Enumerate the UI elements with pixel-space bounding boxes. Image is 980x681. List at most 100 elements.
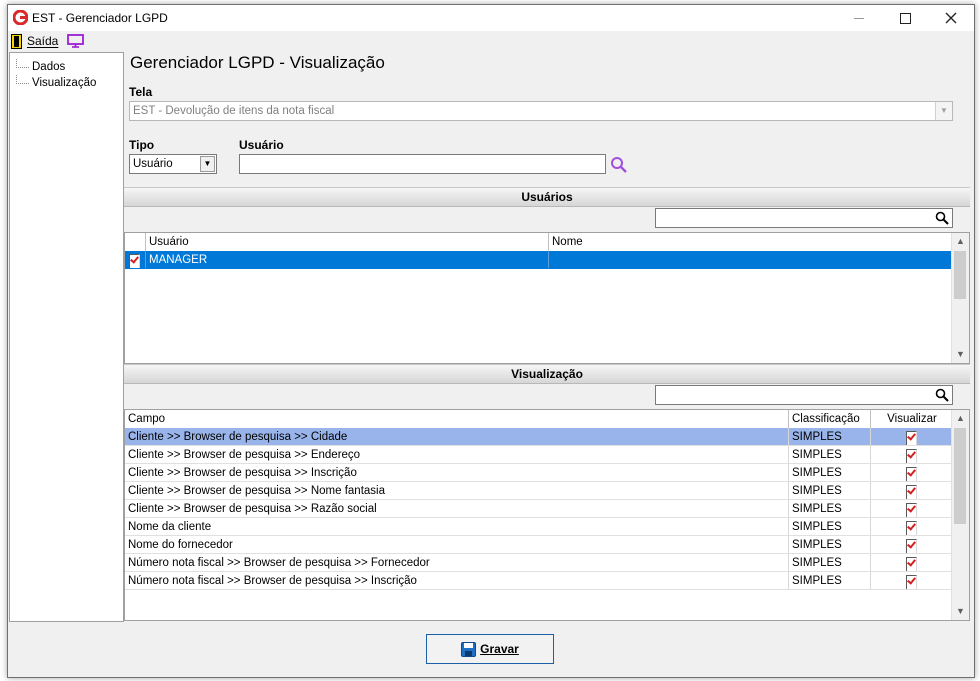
table-row[interactable]: Número nota fiscal >> Browser de pesquis… [125, 554, 953, 572]
search-icon[interactable] [935, 211, 949, 225]
cell-classificacao: SIMPLES [789, 518, 871, 535]
tree-item-dados[interactable]: Dados [16, 59, 65, 73]
tipo-select[interactable]: Usuário ▼ [129, 154, 217, 174]
visualizar-checkbox[interactable] [906, 449, 917, 463]
column-header-visualizar[interactable]: Visualizar [871, 410, 953, 428]
cell-visualizar [871, 446, 953, 463]
cell-campo: Cliente >> Browser de pesquisa >> Endere… [125, 446, 789, 463]
column-header-nome[interactable]: Nome [549, 233, 953, 251]
cell-visualizar [871, 536, 953, 553]
menu-bar: Saída [8, 31, 974, 51]
cell-campo: Cliente >> Browser de pesquisa >> Inscri… [125, 464, 789, 481]
visualizacao-scrollbar[interactable]: ▲ ▼ [951, 410, 969, 620]
usuario-input[interactable] [239, 154, 606, 174]
search-icon[interactable] [610, 156, 628, 174]
table-row[interactable]: Nome da cliente SIMPLES [125, 518, 953, 536]
usuarios-grid-header: Usuário Nome [125, 233, 953, 252]
usuarios-section-header: Usuários [124, 187, 970, 207]
title-bar: EST - Gerenciador LGPD [8, 5, 974, 31]
cell-classificacao: SIMPLES [789, 482, 871, 499]
visualizar-checkbox[interactable] [906, 467, 917, 481]
visualizar-checkbox[interactable] [906, 431, 917, 445]
tela-select-value: EST - Devolução de itens da nota fiscal [133, 105, 335, 117]
table-row[interactable]: Número nota fiscal >> Browser de pesquis… [125, 572, 953, 590]
app-window: EST - Gerenciador LGPD Saída Dados Visua… [7, 4, 975, 678]
tipo-select-value: Usuário [133, 158, 173, 170]
cell-classificacao: SIMPLES [789, 464, 871, 481]
scroll-thumb[interactable] [954, 428, 966, 524]
cell-visualizar [871, 572, 953, 589]
visualizar-checkbox[interactable] [906, 575, 917, 589]
tree-item-label: Visualização [32, 77, 97, 89]
table-row[interactable]: Cliente >> Browser de pesquisa >> Nome f… [125, 482, 953, 500]
table-row[interactable]: Cliente >> Browser de pesquisa >> Razão … [125, 500, 953, 518]
cell-campo: Cliente >> Browser de pesquisa >> Razão … [125, 500, 789, 517]
cell-visualizar [871, 428, 953, 445]
cell-classificacao: SIMPLES [789, 572, 871, 589]
close-button[interactable] [928, 5, 974, 31]
cell-visualizar [871, 500, 953, 517]
save-button[interactable]: Gravar [426, 634, 554, 664]
cell-campo: Cliente >> Browser de pesquisa >> Cidade [125, 428, 789, 445]
table-row[interactable]: Cliente >> Browser de pesquisa >> Inscri… [125, 464, 953, 482]
monitor-icon[interactable] [67, 34, 84, 48]
save-disk-icon [461, 641, 477, 657]
exit-menu-item[interactable]: Saída [11, 33, 58, 49]
scroll-up-icon[interactable]: ▲ [952, 233, 969, 250]
cell-classificacao: SIMPLES [789, 428, 871, 445]
scroll-thumb[interactable] [954, 251, 966, 299]
minimize-button[interactable] [836, 5, 882, 31]
cell-nome [549, 251, 953, 268]
cell-campo: Nome do fornecedor [125, 536, 789, 553]
usuario-label: Usuário [239, 138, 284, 152]
visualizacao-filter-input[interactable] [655, 385, 953, 405]
exit-menu-label: Saída [27, 34, 59, 48]
column-header-usuario[interactable]: Usuário [146, 233, 549, 251]
visualizacao-grid: Campo Classificação Visualizar Cliente >… [124, 409, 970, 621]
tela-select[interactable]: EST - Devolução de itens da nota fiscal … [129, 101, 953, 121]
column-header-check [125, 233, 146, 251]
exit-door-icon [11, 33, 22, 49]
column-header-classificacao[interactable]: Classificação [789, 410, 871, 428]
chevron-down-icon: ▼ [935, 102, 952, 120]
visualizar-checkbox[interactable] [906, 503, 917, 517]
cell-usuario: MANAGER [146, 251, 549, 268]
scroll-down-icon[interactable]: ▼ [952, 603, 969, 620]
tree-item-label: Dados [32, 61, 66, 73]
visualizar-checkbox[interactable] [906, 557, 917, 571]
scroll-up-icon[interactable]: ▲ [952, 410, 969, 427]
table-row[interactable]: Nome do fornecedor SIMPLES [125, 536, 953, 554]
cell-classificacao: SIMPLES [789, 554, 871, 571]
usuarios-scrollbar[interactable]: ▲ ▼ [951, 233, 969, 363]
row-checkbox[interactable] [129, 254, 140, 268]
table-row[interactable]: Cliente >> Browser de pesquisa >> Endere… [125, 446, 953, 464]
navigation-tree: Dados Visualização [9, 52, 124, 622]
tree-item-visualizacao[interactable]: Visualização [16, 75, 96, 89]
cell-visualizar [871, 554, 953, 571]
visualizacao-section-header: Visualização [124, 364, 970, 384]
visualizacao-grid-header: Campo Classificação Visualizar [125, 410, 953, 429]
maximize-button[interactable] [882, 5, 928, 31]
table-row[interactable]: Cliente >> Browser de pesquisa >> Cidade… [125, 428, 953, 446]
visualizar-checkbox[interactable] [906, 521, 917, 535]
page-title: Gerenciador LGPD - Visualização [130, 53, 385, 72]
search-icon[interactable] [935, 388, 949, 402]
visualizar-checkbox[interactable] [906, 485, 917, 499]
cell-classificacao: SIMPLES [789, 446, 871, 463]
save-button-label: Gravar [480, 642, 519, 656]
cell-classificacao: SIMPLES [789, 536, 871, 553]
maximize-icon [899, 12, 911, 24]
tipo-label: Tipo [129, 138, 155, 152]
cell-visualizar [871, 518, 953, 535]
close-icon [945, 12, 957, 24]
minimize-icon [854, 17, 864, 19]
column-header-campo[interactable]: Campo [125, 410, 789, 428]
cell-campo: Número nota fiscal >> Browser de pesquis… [125, 572, 789, 589]
scroll-down-icon[interactable]: ▼ [952, 346, 969, 363]
cell-campo: Número nota fiscal >> Browser de pesquis… [125, 554, 789, 571]
visualizar-checkbox[interactable] [906, 539, 917, 553]
table-row[interactable]: MANAGER [125, 251, 953, 269]
usuarios-filter-input[interactable] [655, 208, 953, 228]
cell-campo: Cliente >> Browser de pesquisa >> Nome f… [125, 482, 789, 499]
usuarios-grid: Usuário Nome MANAGER ▲ ▼ [124, 232, 970, 364]
